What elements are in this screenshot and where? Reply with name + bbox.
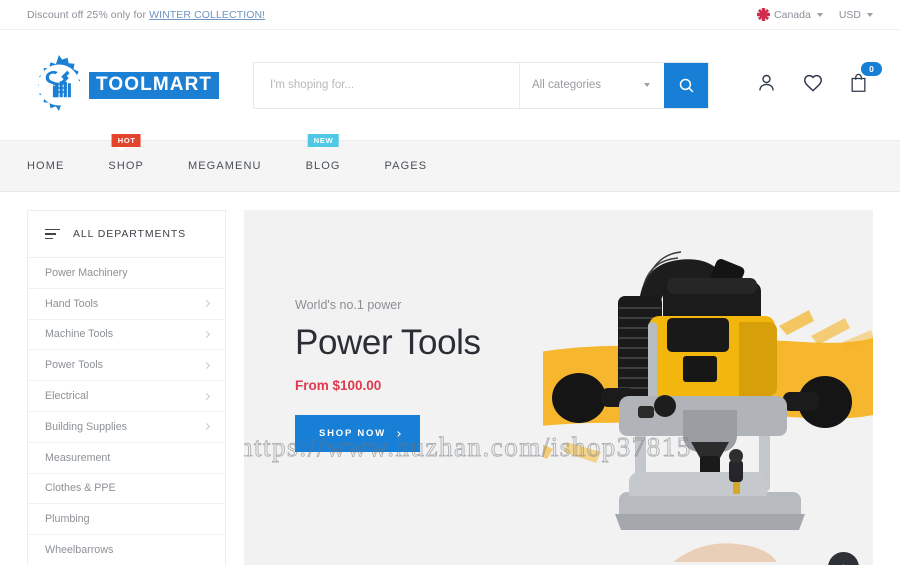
chevron-right-icon xyxy=(202,330,211,339)
cart-count-badge: 0 xyxy=(861,62,882,76)
nav-badge-hot: HOT xyxy=(111,134,141,151)
nav-item-shop[interactable]: HOT SHOP xyxy=(108,134,144,172)
department-label: Electrical xyxy=(45,390,89,403)
main-content: ALL DEPARTMENTS Power Machinery Hand Tool… xyxy=(0,192,900,565)
hero-price: From $100.00 xyxy=(295,378,382,393)
chevron-right-icon xyxy=(202,423,211,431)
top-announcement-bar: Discount off 25% only for WINTER COLLECT… xyxy=(0,0,900,30)
promo-text: Discount off 25% only for WINTER COLLECT… xyxy=(27,9,265,21)
winter-collection-link[interactable]: WINTER COLLECTION! xyxy=(149,9,265,21)
departments-list: Power Machinery Hand Tools Machine Tools Po… xyxy=(28,258,225,565)
departments-header[interactable]: ALL DEPARTMENTS xyxy=(28,211,225,258)
main-navigation: HOME HOT SHOP MEGAMENU NEW BLOG PAGES xyxy=(0,134,900,192)
department-label: Building Supplies xyxy=(45,420,127,433)
chevron-right-icon xyxy=(202,361,211,369)
search-input[interactable] xyxy=(254,62,519,108)
department-label: Machine Tools xyxy=(45,328,114,341)
header-icon-group: 0 xyxy=(756,62,882,99)
nav-label: SHOP xyxy=(108,160,144,172)
nav-item-home[interactable]: HOME xyxy=(27,160,64,172)
departments-title: ALL DEPARTMENTS xyxy=(73,228,187,240)
department-item[interactable]: Hand Tools xyxy=(28,289,225,320)
watermark-text: https://www.huzhan.com/ishop37815 xyxy=(244,432,692,463)
search-category-select[interactable]: All categories xyxy=(519,62,664,108)
country-label: Canada xyxy=(774,8,811,21)
nav-label: PAGES xyxy=(384,160,428,172)
search-category-label: All categories xyxy=(532,79,602,91)
chevron-down-icon xyxy=(644,83,650,87)
wishlist-button[interactable] xyxy=(802,72,824,99)
department-item[interactable]: Wheelbarrows xyxy=(28,535,225,565)
hamburger-icon xyxy=(45,228,60,240)
nav-item-pages[interactable]: PAGES xyxy=(385,160,428,172)
department-item[interactable]: Clothes & PPE xyxy=(28,474,225,505)
promo-text-prefix: Discount off 25% only for xyxy=(27,8,150,21)
gear-fist-wrench-icon xyxy=(37,55,81,111)
nav-label: BLOG xyxy=(305,160,341,172)
departments-sidebar: ALL DEPARTMENTS Power Machinery Hand Tool… xyxy=(27,210,226,565)
department-item[interactable]: Power Machinery xyxy=(28,258,225,289)
department-label: Power Machinery xyxy=(45,266,128,279)
department-item[interactable]: Machine Tools xyxy=(28,320,225,351)
department-item[interactable]: Measurement xyxy=(28,443,225,474)
heart-icon xyxy=(804,74,822,92)
chevron-down-icon xyxy=(816,12,823,17)
topbar-controls: Canada USD xyxy=(757,8,873,21)
user-icon xyxy=(759,74,774,91)
department-label: Clothes & PPE xyxy=(45,482,116,495)
department-item[interactable]: Plumbing xyxy=(28,504,225,536)
chevron-right-icon xyxy=(202,392,211,400)
account-button[interactable] xyxy=(756,72,777,98)
department-label: Measurement xyxy=(45,451,111,464)
search-button[interactable] xyxy=(664,62,708,108)
chevron-up-icon xyxy=(838,564,849,565)
department-item[interactable]: Power Tools xyxy=(28,350,225,382)
logo-text: TOOLMART xyxy=(89,71,220,99)
currency-selector[interactable]: USD xyxy=(839,9,873,21)
logo-text-wrap: TOOLMART xyxy=(89,71,220,99)
yellow-plunge-router-image xyxy=(543,210,873,565)
uk-flag-icon xyxy=(757,8,771,21)
hero-title: Power Tools xyxy=(295,323,481,362)
nav-item-megamenu[interactable]: MEGAMENU xyxy=(188,160,262,172)
logo[interactable]: TOOLMART xyxy=(27,53,225,117)
department-label: Hand Tools xyxy=(45,297,99,310)
search-icon xyxy=(679,78,693,92)
cart-button[interactable]: 0 xyxy=(849,62,882,98)
chevron-right-icon xyxy=(202,300,211,308)
chevron-down-icon xyxy=(867,12,873,17)
hero-subtitle: World's no.1 power xyxy=(295,298,402,312)
nav-label: HOME xyxy=(27,160,65,172)
department-item[interactable]: Building Supplies xyxy=(28,412,225,443)
site-header: TOOLMART All categories xyxy=(0,30,900,140)
currency-label: USD xyxy=(838,8,861,21)
department-label: Power Tools xyxy=(45,359,104,372)
country-selector[interactable]: Canada xyxy=(757,8,823,21)
department-label: Plumbing xyxy=(45,513,90,526)
nav-item-blog[interactable]: NEW BLOG xyxy=(305,134,341,172)
hero-banner: World's no.1 power Power Tools From $100… xyxy=(244,210,873,565)
department-item[interactable]: Electrical xyxy=(28,381,225,412)
search-bar: All categories xyxy=(253,61,709,109)
nav-label: MEGAMENU xyxy=(187,160,262,172)
nav-badge-new: NEW xyxy=(307,134,339,151)
department-label: Wheelbarrows xyxy=(45,544,114,557)
hero-text-block: World's no.1 power Power Tools From $100… xyxy=(295,298,481,452)
